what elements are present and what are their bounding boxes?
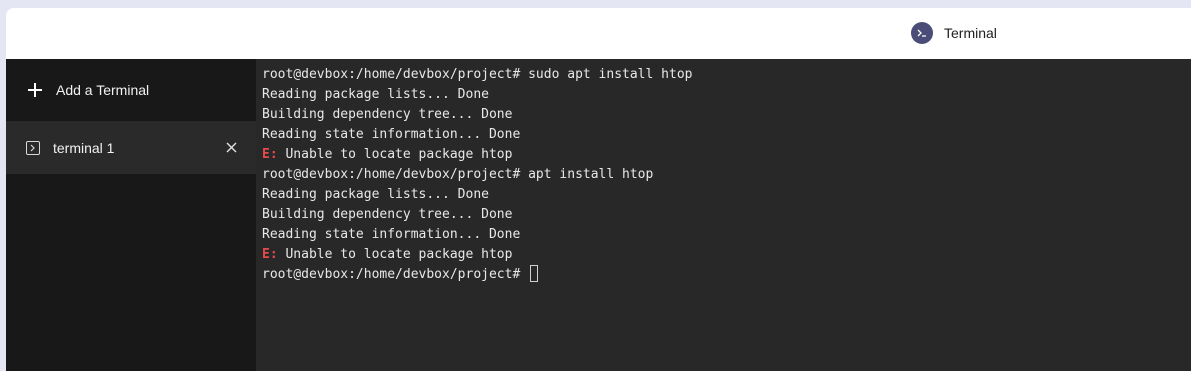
- tab-label: terminal 1: [53, 139, 115, 156]
- close-icon[interactable]: [220, 137, 242, 159]
- terminal-line: root@devbox:/home/devbox/project# apt in…: [262, 167, 654, 182]
- terminal-error-line: E: Unable to locate package htop: [262, 247, 513, 262]
- terminal-tab-icon: [26, 140, 40, 155]
- terminal-line: Reading state information... Done: [262, 227, 521, 242]
- terminal-error-line: E: Unable to locate package htop: [262, 147, 513, 162]
- error-prefix: E:: [262, 247, 278, 262]
- terminal-line: Building dependency tree... Done: [262, 107, 513, 122]
- window-title: Terminal: [944, 25, 997, 41]
- terminal-line: root@devbox:/home/devbox/project# sudo a…: [262, 67, 693, 82]
- terminal-prompt-line[interactable]: root@devbox:/home/devbox/project#: [262, 265, 1191, 285]
- app-window: Terminal Add a Terminal terminal 1 root@…: [6, 8, 1191, 371]
- add-terminal-label: Add a Terminal: [56, 82, 150, 98]
- add-terminal-button[interactable]: Add a Terminal: [6, 59, 256, 121]
- sidebar: Add a Terminal terminal 1: [6, 59, 256, 371]
- terminal-line: Reading state information... Done: [262, 127, 521, 142]
- app-title: Terminal: [911, 22, 997, 44]
- terminal-app-icon: [911, 22, 933, 44]
- plus-icon: [28, 83, 42, 97]
- terminal-line: Building dependency tree... Done: [262, 207, 513, 222]
- tab-terminal-1[interactable]: terminal 1: [6, 121, 256, 174]
- text-cursor: [530, 265, 539, 282]
- terminal-line: Reading package lists... Done: [262, 187, 489, 202]
- title-bar: Terminal: [6, 8, 1191, 59]
- prompt: root@devbox:/home/devbox/project#: [262, 267, 521, 282]
- terminal-line: Reading package lists... Done: [262, 87, 489, 102]
- terminal-output[interactable]: root@devbox:/home/devbox/project# sudo a…: [256, 59, 1191, 371]
- error-prefix: E:: [262, 147, 278, 162]
